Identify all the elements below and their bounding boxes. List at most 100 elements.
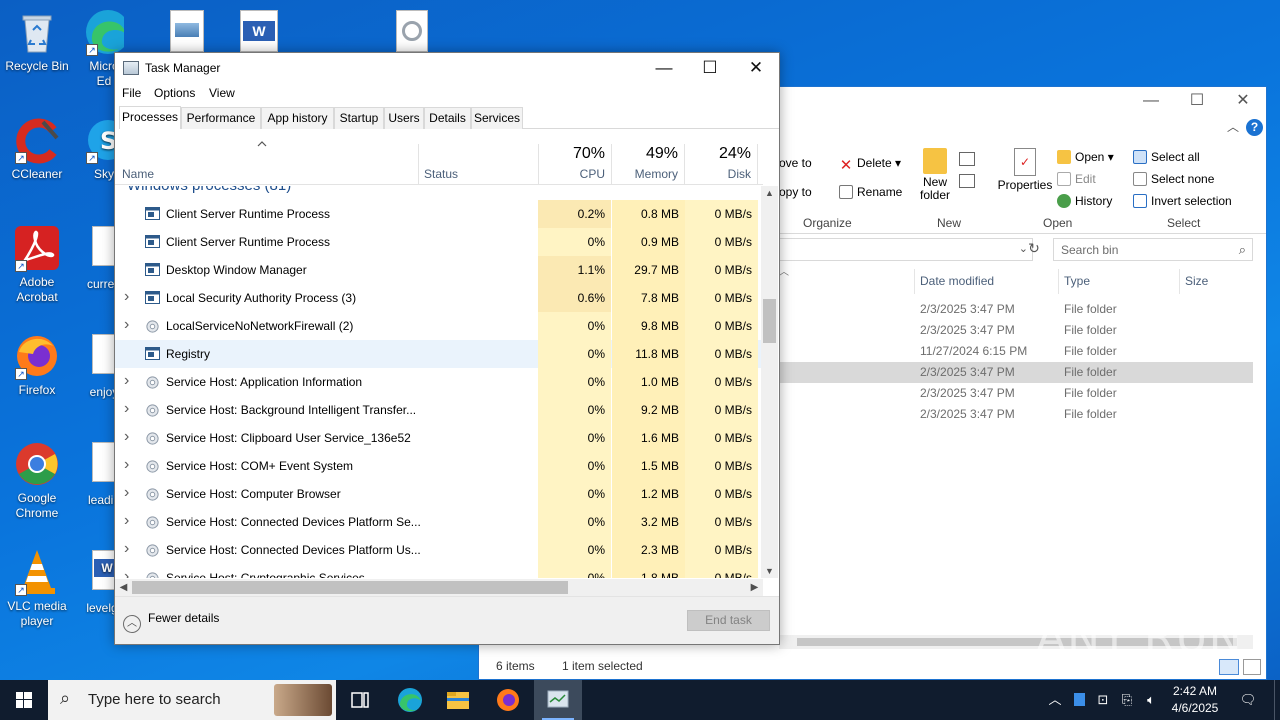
new-folder-button[interactable]: New folder (917, 148, 953, 202)
process-list[interactable]: Windows processes (81) Client Server Run… (115, 186, 763, 578)
end-task-button[interactable]: End task (687, 610, 770, 631)
open-button[interactable]: Open ▾ (1057, 150, 1114, 164)
process-row[interactable]: › Local Security Authority Process (3) 0.6… (115, 284, 763, 312)
chevron-right-icon[interactable]: › (124, 429, 134, 445)
taskbar-firefox[interactable] (484, 680, 532, 720)
file-row[interactable]: 2/3/2025 3:47 PM File folder (779, 320, 1253, 341)
tab-services[interactable]: Services (471, 107, 523, 129)
process-row[interactable]: Desktop Window Manager 1.1% 29.7 MB 0 MB/s (115, 256, 763, 284)
chevron-right-icon[interactable]: › (124, 457, 134, 473)
column-memory[interactable]: Memory (612, 167, 678, 181)
rename-button[interactable]: Rename (839, 185, 902, 199)
process-row[interactable]: › Service Host: Clipboard User Service_13… (115, 424, 763, 452)
chevron-right-icon[interactable]: › (124, 401, 134, 417)
tab-startup[interactable]: Startup (334, 107, 384, 129)
process-row[interactable]: › Service Host: Application Information 0%… (115, 368, 763, 396)
file-row[interactable]: 2/3/2025 3:47 PM File folder (779, 383, 1253, 404)
acrobat-shortcut[interactable]: ↗ Adobe Acrobat (0, 224, 74, 305)
process-row[interactable]: Client Server Runtime Process 0% 0.9 MB 0 M… (115, 228, 763, 256)
disk-total-percent[interactable]: 24% (685, 145, 751, 163)
process-row[interactable]: › Service Host: Computer Browser 0% 1.2 MB 0… (115, 480, 763, 508)
chevron-right-icon[interactable]: › (124, 569, 134, 579)
process-list-hscroll[interactable]: ◀ ▶ (115, 579, 763, 596)
scroll-down-arrow-icon[interactable]: ▼ (761, 564, 778, 578)
chevron-right-icon[interactable]: › (124, 485, 134, 501)
properties-button[interactable]: ✓ Properties (997, 148, 1053, 192)
column-size[interactable]: Size (1185, 269, 1208, 294)
chrome-shortcut[interactable]: Google Chrome (0, 440, 74, 521)
scroll-up-arrow-icon[interactable]: ▲ (761, 186, 778, 200)
menu-options[interactable]: Options (154, 86, 195, 100)
cpu-total-percent[interactable]: 70% (538, 145, 605, 163)
firefox-shortcut[interactable]: ↗ Firefox (0, 332, 74, 398)
scroll-right-arrow-icon[interactable]: ▶ (746, 579, 763, 596)
chevron-right-icon[interactable]: › (124, 541, 134, 557)
word-doc-icon[interactable]: W (240, 10, 278, 52)
menu-file[interactable]: File (122, 86, 141, 100)
column-date-modified[interactable]: Date modified (920, 269, 994, 294)
process-row[interactable]: › Service Host: COM+ Event System 0% 1.5 MB… (115, 452, 763, 480)
scroll-thumb[interactable] (763, 299, 776, 343)
invert-selection-button[interactable]: Invert selection (1133, 194, 1232, 208)
column-disk[interactable]: Disk (685, 167, 751, 181)
file-row[interactable]: 2/3/2025 3:47 PM File folder (779, 299, 1253, 320)
fewer-details-button[interactable]: ︿ Fewer details (123, 611, 219, 633)
tab-processes[interactable]: Processes (119, 106, 181, 129)
search-input[interactable]: Search bin ⌕ (1053, 238, 1253, 261)
maximize-button[interactable]: ☐ (1174, 89, 1220, 113)
process-row[interactable]: › Service Host: Connected Devices Platfor… (115, 508, 763, 536)
ccleaner-shortcut[interactable]: ↗ CCleaner (0, 116, 74, 182)
select-all-button[interactable]: Select all (1133, 150, 1200, 164)
process-row[interactable]: › LocalServiceNoNetworkFirewall (2) 0% 9.8 … (115, 312, 763, 340)
scroll-thumb[interactable] (132, 581, 568, 594)
task-manager-window[interactable]: Task Manager — ☐ ✕ File Options View Pro… (114, 52, 780, 645)
delete-button[interactable]: ✕ Delete ▾ (839, 156, 901, 173)
large-icons-view-icon[interactable] (1243, 659, 1261, 675)
recycle-bin-shortcut[interactable]: Recycle Bin (0, 8, 74, 74)
group-header-windows-processes[interactable]: Windows processes (81) (127, 186, 291, 194)
task-manager-titlebar[interactable]: Task Manager — ☐ ✕ (115, 53, 779, 83)
select-none-button[interactable]: Select none (1133, 172, 1214, 186)
memory-total-percent[interactable]: 49% (612, 145, 678, 163)
tab-details[interactable]: Details (424, 107, 471, 129)
edit-button[interactable]: Edit (1057, 172, 1096, 186)
chevron-right-icon[interactable]: › (124, 373, 134, 389)
taskbar-clock[interactable]: 2:42 AM 4/6/2025 (1164, 683, 1226, 717)
show-hidden-icons-chevron-icon[interactable]: ︿ (1046, 680, 1064, 720)
chevron-right-icon[interactable]: › (124, 289, 134, 305)
menu-view[interactable]: View (209, 86, 235, 100)
close-button[interactable]: ✕ (1220, 89, 1266, 113)
chevron-right-icon[interactable]: › (124, 513, 134, 529)
notification-center-icon[interactable]: 🗨︎ (1236, 680, 1260, 720)
column-name[interactable]: Name (122, 167, 154, 181)
file-row[interactable]: 11/27/2024 6:15 PM File folder (779, 341, 1253, 362)
process-row[interactable]: Client Server Runtime Process 0.2% 0.8 MB 0… (115, 200, 763, 228)
ribbon-collapse-chevron-icon[interactable]: ︿ (1227, 118, 1239, 135)
address-bar[interactable]: ⌄ (779, 238, 1033, 261)
tray-app-icon[interactable] (1070, 680, 1088, 720)
help-icon[interactable]: ? (1246, 119, 1263, 136)
volume-icon[interactable]: 🔈︎ (1142, 680, 1160, 720)
start-button[interactable] (0, 680, 48, 720)
process-row[interactable]: › Service Host: Background Intelligent Tr… (115, 396, 763, 424)
chevron-right-icon[interactable]: › (124, 317, 134, 333)
vlc-shortcut[interactable]: ↗ VLC media player (0, 548, 74, 629)
column-type[interactable]: Type (1064, 269, 1090, 294)
show-desktop-button[interactable] (1274, 680, 1280, 720)
taskbar-search-box[interactable]: ⌕ Type here to search (48, 680, 336, 720)
tab-users[interactable]: Users (384, 107, 424, 129)
tray-meet-icon[interactable]: ⊡ (1094, 680, 1112, 720)
easy-access-icon[interactable] (959, 174, 975, 188)
minimize-button[interactable]: — (641, 53, 687, 83)
new-item-icon[interactable] (959, 152, 975, 166)
close-button[interactable]: ✕ (733, 53, 779, 83)
minimize-button[interactable]: — (1128, 89, 1174, 113)
taskbar-task-manager[interactable] (534, 680, 582, 720)
network-icon[interactable]: ⎘ (1118, 680, 1136, 720)
file-row[interactable]: 2/3/2025 3:47 PM File folder (779, 362, 1253, 383)
taskbar-file-explorer[interactable] (434, 680, 482, 720)
move-to-button[interactable]: ove to (779, 156, 812, 170)
copy-to-button[interactable]: opy to (779, 185, 812, 199)
column-cpu[interactable]: CPU (538, 167, 605, 181)
tab-app-history[interactable]: App history (261, 107, 334, 129)
